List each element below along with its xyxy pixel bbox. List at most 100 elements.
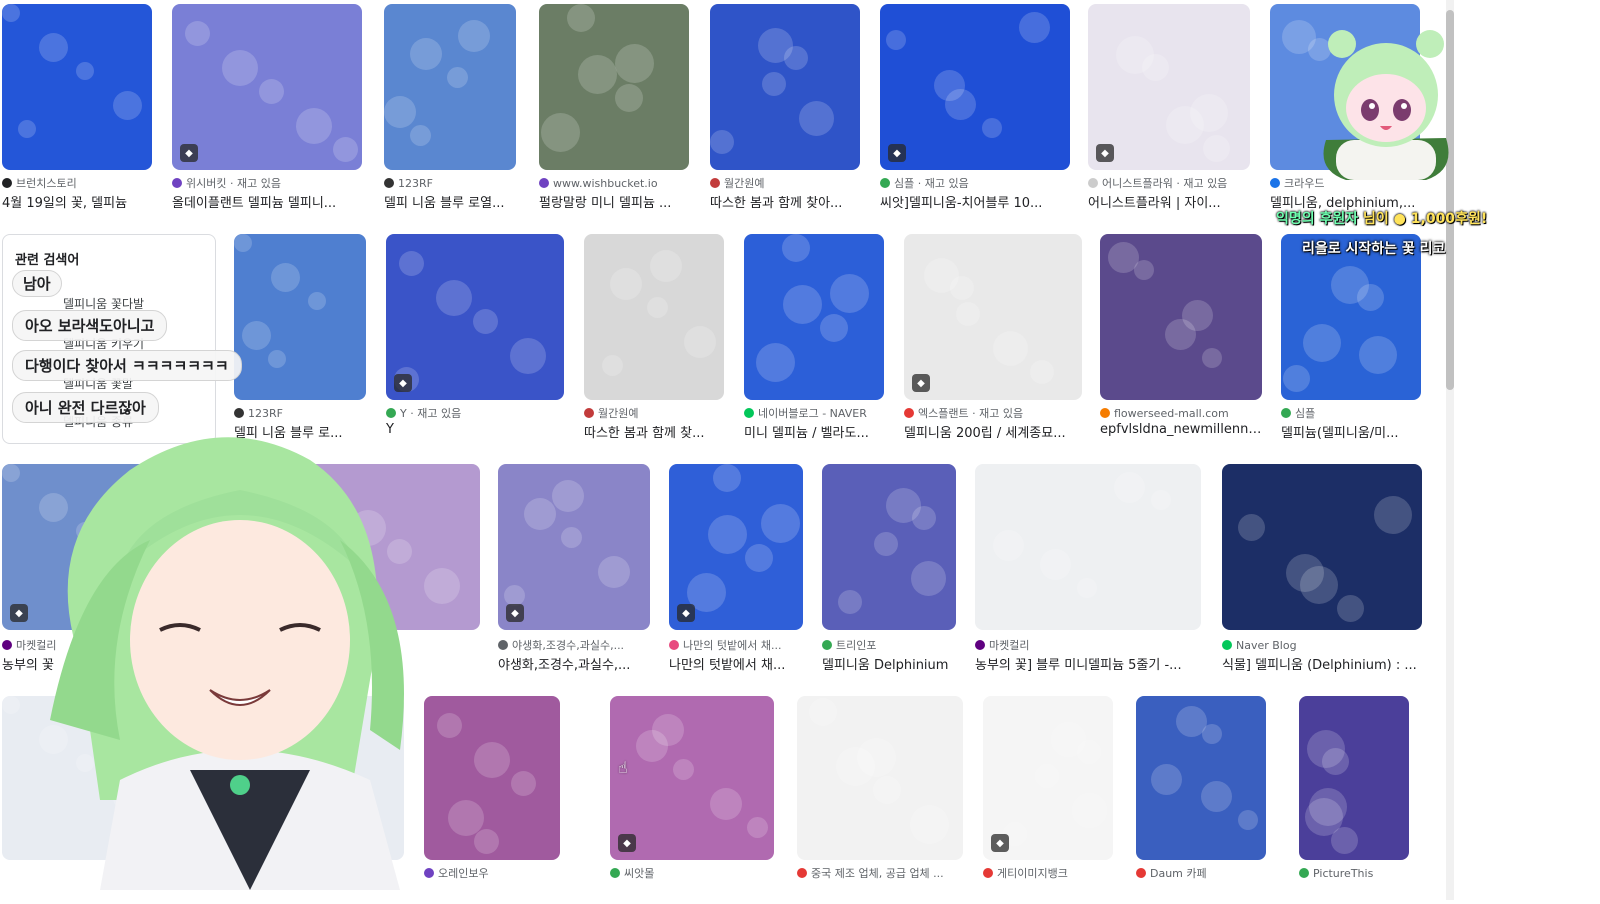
image-thumbnail[interactable] <box>1222 464 1422 630</box>
image-thumbnail[interactable] <box>539 4 689 170</box>
result-source[interactable]: 위시버킷 · 재고 있음 <box>172 176 362 190</box>
image-result-card[interactable]: ◆ 씨앗몰 <box>610 696 774 904</box>
result-caption[interactable]: 씨앗]델피니움-치어블루 10... <box>880 192 1070 210</box>
site-favicon-icon <box>1281 408 1291 418</box>
flower-blob <box>886 30 906 50</box>
result-source[interactable]: Naver Blog <box>1222 638 1422 652</box>
image-thumbnail[interactable] <box>1281 234 1421 400</box>
result-caption[interactable]: 델피늄(델피니움/미... <box>1281 422 1421 440</box>
image-thumbnail[interactable] <box>744 234 884 400</box>
result-source[interactable]: 심플 · 재고 있음 <box>880 176 1070 190</box>
image-thumbnail[interactable] <box>584 234 724 400</box>
image-thumbnail[interactable] <box>1299 696 1409 860</box>
result-source[interactable]: Daum 카페 <box>1136 866 1266 880</box>
result-caption[interactable]: 델피 니움 블루 로열... <box>384 192 516 210</box>
image-result-card[interactable]: ◆ 엑스플랜트 · 재고 있음델피니움 200립 / 세계종묘... <box>904 234 1082 442</box>
flower-blob <box>271 263 300 292</box>
result-source[interactable]: 월간원예 <box>584 406 724 420</box>
result-source[interactable]: 네이버블로그 - NAVER <box>744 406 884 420</box>
image-thumbnail[interactable]: ◆ <box>983 696 1113 860</box>
result-source[interactable]: 월간원예 <box>710 176 860 190</box>
result-source-text: 월간원예 <box>724 177 765 190</box>
site-favicon-icon <box>1088 178 1098 188</box>
image-result-card[interactable]: PictureThis <box>1299 696 1409 904</box>
image-thumbnail[interactable]: ◆ <box>610 696 774 860</box>
result-source[interactable]: www.wishbucket.io <box>539 176 689 190</box>
result-source[interactable]: 마켓컬리 <box>975 638 1201 652</box>
result-caption[interactable]: 야생화,조경수,과실수,... <box>498 654 650 672</box>
image-result-card[interactable]: 123RF 델피 니움 블루 로... <box>234 234 366 442</box>
image-thumbnail[interactable]: ◆ <box>669 464 803 630</box>
image-thumbnail[interactable]: ◆ <box>386 234 564 400</box>
result-caption[interactable]: epfvlsldna_newmillenni... <box>1100 422 1262 440</box>
result-caption[interactable]: 농부의 꽃] 블루 미니델피늄 5줄기 -... <box>975 654 1201 672</box>
result-caption[interactable]: 펄랑말랑 미니 델피늄 ... <box>539 192 689 210</box>
result-caption[interactable]: 나만의 텃밭에서 채... <box>669 654 803 672</box>
image-thumbnail[interactable] <box>1100 234 1262 400</box>
image-thumbnail[interactable]: ◆ <box>880 4 1070 170</box>
image-result-card[interactable]: 123RF 델피 니움 블루 로열... <box>384 4 516 212</box>
flower-blob <box>1283 365 1310 392</box>
image-result-card[interactable]: 마켓컬리농부의 꽃] 블루 미니델피늄 5줄기 -... <box>975 464 1201 674</box>
result-source[interactable]: 야생화,조경수,과실수,... <box>498 638 650 652</box>
result-source[interactable]: 나만의 텃밭에서 채... <box>669 638 803 652</box>
shopping-tag-icon: ◆ <box>912 374 930 392</box>
flower-blob <box>784 46 808 70</box>
image-thumbnail[interactable] <box>975 464 1201 630</box>
result-source[interactable]: 브런치스토리 <box>2 176 152 190</box>
result-caption[interactable]: 어니스트플라워 | 자이... <box>1088 192 1250 210</box>
result-source[interactable]: 123RF <box>384 176 516 190</box>
image-thumbnail[interactable] <box>797 696 963 860</box>
image-result-card[interactable]: flowerseed-mall.com epfvlsldna_newmillenn… <box>1100 234 1262 442</box>
image-result-card[interactable]: www.wishbucket.io 펄랑말랑 미니 델피늄 ... <box>539 4 689 212</box>
image-result-card[interactable]: ◆ 위시버킷 · 재고 있음올데이플랜트 델피늄 델피니... <box>172 4 362 212</box>
image-result-card[interactable]: 월간원예따스한 봄과 함께 찾아... <box>710 4 860 212</box>
image-thumbnail[interactable]: ◆ <box>498 464 650 630</box>
site-favicon-icon <box>386 408 396 418</box>
image-result-card[interactable]: ◆ 야생화,조경수,과실수,... 야생화,조경수,과실수,... <box>498 464 650 674</box>
result-caption[interactable]: 따스한 봄과 함께 찾아... <box>710 192 860 210</box>
image-result-card[interactable]: Naver Blog 식물] 델피니움 (Delphinium) : ... <box>1222 464 1422 674</box>
result-caption[interactable]: 델피니움 Delphinium <box>822 654 956 672</box>
result-caption[interactable]: 따스한 봄과 함께 찾... <box>584 422 724 440</box>
image-result-card[interactable]: ◆ 게티이미지뱅크 <box>983 696 1113 904</box>
result-caption[interactable]: 4월 19일의 꽃, 델피늄 <box>2 192 152 210</box>
mascot-avatar-illustration <box>1323 30 1449 180</box>
image-thumbnail[interactable] <box>234 234 366 400</box>
image-result-card[interactable]: 트리인포델피니움 Delphinium <box>822 464 956 674</box>
result-source[interactable]: Y · 재고 있음 <box>386 406 564 420</box>
result-source[interactable]: 123RF <box>234 406 366 420</box>
result-source[interactable]: PictureThis <box>1299 866 1409 880</box>
image-result-card[interactable]: ◆ Y · 재고 있음 Y <box>386 234 564 442</box>
image-thumbnail[interactable] <box>822 464 956 630</box>
image-result-card[interactable]: 월간원예따스한 봄과 함께 찾... <box>584 234 724 442</box>
result-source[interactable]: 게티이미지뱅크 <box>983 866 1113 880</box>
result-source[interactable]: 엑스플랜트 · 재고 있음 <box>904 406 1082 420</box>
result-caption[interactable]: 올데이플랜트 델피늄 델피니... <box>172 192 362 210</box>
image-result-card[interactable]: 심플델피늄(델피니움/미... <box>1281 234 1421 442</box>
result-source[interactable]: 어니스트플라워 · 재고 있음 <box>1088 176 1250 190</box>
result-source[interactable]: 중국 제조 업체, 공급 업체 ... <box>797 866 963 880</box>
image-thumbnail[interactable] <box>1136 696 1266 860</box>
image-result-card[interactable]: 브런치스토리 4월 19일의 꽃, 델피늄 <box>2 4 152 212</box>
image-thumbnail[interactable]: ◆ <box>904 234 1082 400</box>
result-caption[interactable]: 델피니움 200립 / 세계종묘... <box>904 422 1082 440</box>
image-thumbnail[interactable] <box>710 4 860 170</box>
image-thumbnail[interactable]: ◆ <box>172 4 362 170</box>
image-thumbnail[interactable] <box>384 4 516 170</box>
flower-blob <box>1238 514 1265 541</box>
result-caption[interactable]: 미니 델피늄 / 벨라도... <box>744 422 884 440</box>
image-result-card[interactable]: 중국 제조 업체, 공급 업체 ... <box>797 696 963 904</box>
result-source[interactable]: 씨앗몰 <box>610 866 774 880</box>
image-result-card[interactable]: ◆ 어니스트플라워 · 재고 있음어니스트플라워 | 자이... <box>1088 4 1250 212</box>
image-result-card[interactable]: 네이버블로그 - NAVER 미니 델피늄 / 벨라도... <box>744 234 884 442</box>
image-thumbnail[interactable] <box>2 4 152 170</box>
image-result-card[interactable]: Daum 카페 <box>1136 696 1266 904</box>
image-thumbnail[interactable]: ◆ <box>1088 4 1250 170</box>
image-result-card[interactable]: ◆ 나만의 텃밭에서 채... 나만의 텃밭에서 채... <box>669 464 803 674</box>
result-source[interactable]: 트리인포 <box>822 638 956 652</box>
result-source[interactable]: 심플 <box>1281 406 1421 420</box>
image-result-card[interactable]: ◆ 심플 · 재고 있음씨앗]델피니움-치어블루 10... <box>880 4 1070 212</box>
result-caption[interactable]: 식물] 델피니움 (Delphinium) : ... <box>1222 654 1422 672</box>
result-source[interactable]: flowerseed-mall.com <box>1100 406 1262 420</box>
